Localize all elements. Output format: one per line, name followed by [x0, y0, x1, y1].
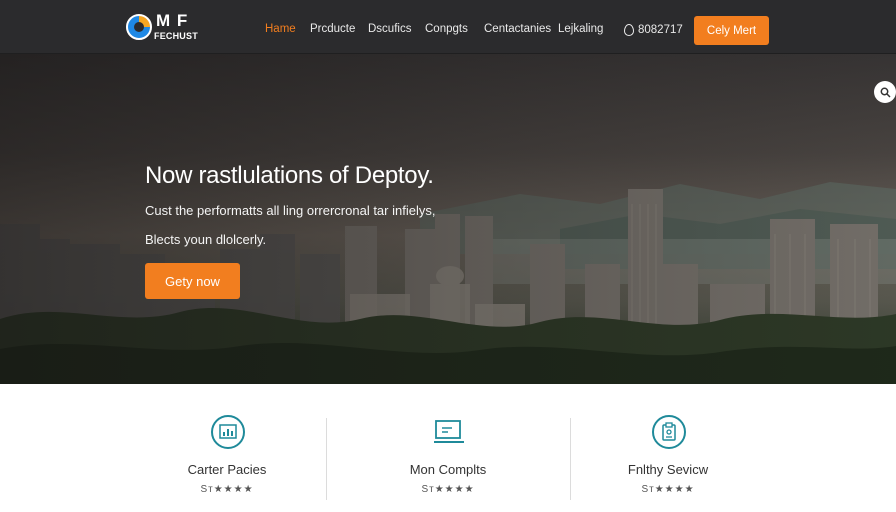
nav-link-discover[interactable]: Dscufics — [368, 22, 411, 36]
phone-contact[interactable]: 8082717 — [624, 21, 683, 37]
nav-link-home[interactable]: Hame — [265, 22, 296, 36]
hero-banner: Now rastlulations of Deptoy. Cust the pe… — [0, 54, 896, 384]
nav-link-products[interactable]: Prcducte — [310, 22, 355, 36]
phone-number: 8082717 — [638, 23, 683, 36]
monitor-icon — [432, 415, 466, 449]
hero-title: Now rastlulations of Deptoy. — [145, 162, 434, 189]
clipboard-icon — [652, 415, 686, 449]
hero-overlay — [0, 54, 896, 384]
chart-icon — [211, 415, 245, 449]
logo-text-bottom: FECHUST — [154, 31, 198, 41]
header-cta-button[interactable]: Cely Mert — [694, 16, 769, 45]
brand-logo[interactable]: M F FECHUST — [126, 12, 206, 44]
hero-subtitle-line-2: Blects youn dlolcerly. — [145, 232, 267, 247]
hero-subtitle-line-1: Cust the performatts all ling orrercrona… — [145, 203, 436, 218]
phone-icon — [624, 23, 634, 36]
feature-card-3[interactable]: Fnlthy Sevicw Sт★★★★ — [568, 384, 768, 512]
feature-rating-3: Sт★★★★ — [641, 484, 695, 495]
feature-rating-1: Sт★★★★ — [200, 484, 254, 495]
logo-mark-icon — [126, 14, 152, 40]
search-icon — [880, 87, 891, 98]
logo-text-top: M F — [156, 11, 189, 30]
feature-title-2: Mon Complts — [409, 462, 487, 477]
feature-card-1[interactable]: Carter Pacies Sт★★★★ — [127, 384, 327, 512]
feature-rating-2: Sт★★★★ — [421, 484, 475, 495]
search-button[interactable] — [874, 81, 896, 103]
top-navbar: M F FECHUST Hame Prcducte Dscufics Conpg… — [0, 0, 896, 54]
nav-link-concepts[interactable]: Conpgts — [425, 22, 468, 36]
feature-divider-1 — [326, 418, 327, 500]
nav-link-learning[interactable]: Lejkaling — [558, 22, 603, 36]
feature-card-2[interactable]: Mon Complts Sт★★★★ — [348, 384, 548, 512]
nav-link-contact[interactable]: Centactanies — [484, 22, 551, 36]
hero-cta-button[interactable]: Gety now — [145, 263, 240, 299]
feature-title-1: Carter Pacies — [187, 462, 267, 477]
feature-title-3: Fnlthy Sevicw — [627, 462, 709, 477]
features-section: Carter Pacies Sт★★★★ Mon Complts Sт★★★★ … — [0, 384, 896, 512]
